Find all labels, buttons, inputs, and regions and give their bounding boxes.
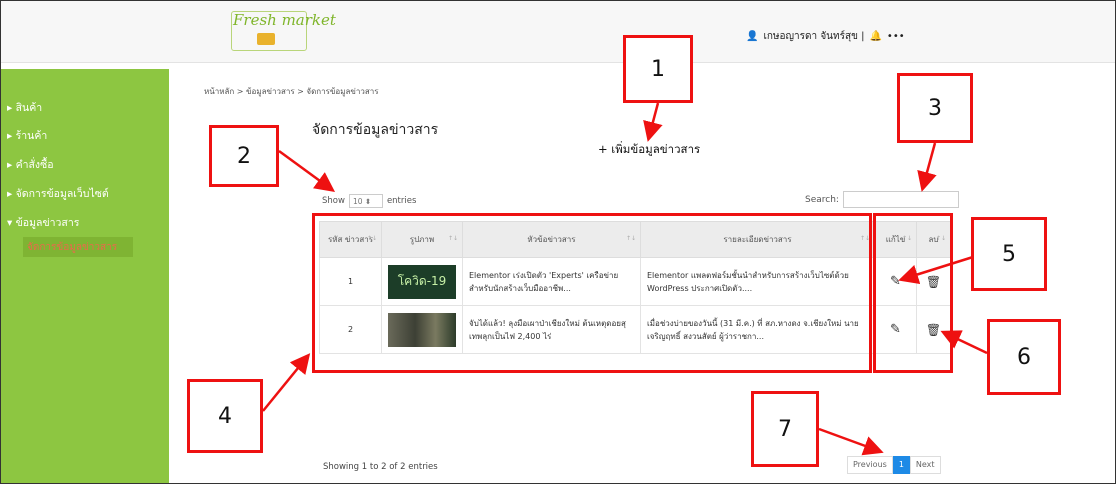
sidebar-item-orders[interactable]: ▸ คำสั่งซื้อ <box>7 156 54 173</box>
pagination: Previous 1 Next <box>847 456 941 474</box>
user-menu[interactable]: 👤 เกษอญารดา จันทร์สุข | 🔔 ••• <box>746 29 905 44</box>
user-icon: 👤 <box>746 31 759 42</box>
showing-entries: Showing 1 to 2 of 2 entries <box>323 462 438 472</box>
show-entries: Show 10 ⬍ entries <box>322 194 416 208</box>
callout-6: 6 <box>987 319 1061 395</box>
search-area: Search: <box>805 191 959 208</box>
callout-7: 7 <box>751 391 819 467</box>
show-label: Show <box>322 196 345 206</box>
more-icon[interactable]: ••• <box>887 31 905 42</box>
callout-2: 2 <box>209 125 279 187</box>
bell-icon[interactable]: 🔔 <box>869 31 881 42</box>
next-button[interactable]: Next <box>909 456 941 474</box>
search-label: Search: <box>805 194 839 205</box>
previous-button[interactable]: Previous <box>847 456 893 474</box>
app-window: Fresh market 👤 เกษอญารดา จันทร์สุข | 🔔 •… <box>0 0 1116 484</box>
sidebar-item-shops[interactable]: ▸ ร้านค้า <box>7 127 47 144</box>
top-bar: Fresh market 👤 เกษอญารดา จันทร์สุข | 🔔 •… <box>1 1 1115 63</box>
callout-5: 5 <box>971 217 1047 291</box>
logo[interactable]: Fresh market <box>229 9 336 55</box>
page-1-button[interactable]: 1 <box>892 456 910 474</box>
sidebar: ▸ สินค้า ▸ ร้านค้า ▸ คำสั่งซื้อ ▸ จัดการ… <box>1 69 169 483</box>
callout-4: 4 <box>187 379 263 453</box>
page-title: จัดการข้อมูลข่าวสาร <box>312 122 439 138</box>
breadcrumb[interactable]: หน้าหลัก > ข้อมูลข่าวสาร > จัดการข้อมูลข… <box>204 85 379 98</box>
callout-3: 3 <box>897 73 973 143</box>
sidebar-subitem-manage-news[interactable]: จัดการข้อมูลข่าวสาร <box>23 237 133 257</box>
entries-label: entries <box>386 196 417 206</box>
add-news-button[interactable]: + เพิ่มข้อมูลข่าวสาร <box>598 141 700 159</box>
entries-select[interactable]: 10 ⬍ <box>348 194 383 208</box>
sidebar-item-news[interactable]: ▾ ข้อมูลข่าวสาร <box>7 214 79 231</box>
actions-highlight <box>873 213 953 373</box>
table-highlight <box>312 213 872 373</box>
sidebar-item-products[interactable]: ▸ สินค้า <box>7 99 42 116</box>
user-name[interactable]: เกษอญารดา จันทร์สุข | <box>763 29 864 44</box>
callout-1: 1 <box>623 35 693 103</box>
logo-text: Fresh market <box>233 11 336 29</box>
basket-icon <box>257 33 275 45</box>
search-input[interactable] <box>842 191 959 208</box>
sidebar-item-website[interactable]: ▸ จัดการข้อมูลเว็บไซต์ <box>7 185 109 202</box>
